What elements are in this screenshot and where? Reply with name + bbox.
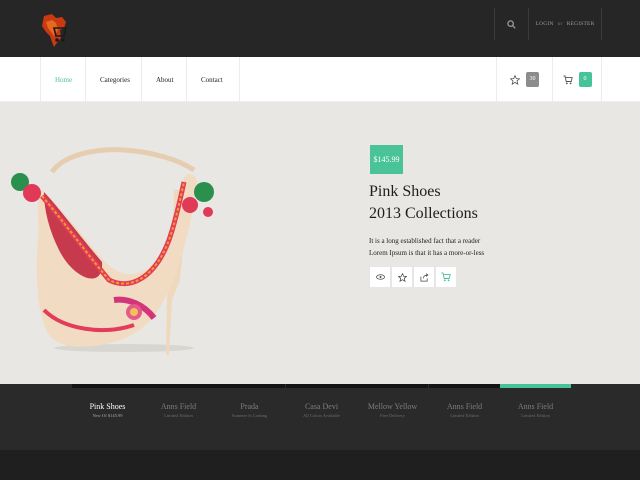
or-label: or — [557, 21, 563, 27]
cart-count-badge: 0 — [578, 72, 592, 87]
thumb-subtitle: Limited Edition — [164, 413, 193, 418]
thumb-name: Anns Field — [517, 402, 554, 411]
login-link[interactable]: LOGIN — [536, 21, 554, 27]
wishlist-button[interactable]: 30 — [496, 57, 552, 102]
slider-thumbnails: Pink Shoes New Of $145.99 Anns Field Lim… — [0, 384, 640, 450]
thumb-item[interactable]: Anns Field Limited Edition — [429, 384, 500, 450]
add-to-wishlist-button[interactable] — [391, 266, 413, 288]
thumb-strip — [72, 384, 143, 388]
eye-icon — [375, 274, 385, 280]
thumb-strip — [357, 384, 428, 388]
top-bar: LOGIN or REGISTER — [0, 0, 640, 57]
nav-categories[interactable]: Categories — [85, 57, 141, 102]
cart-icon — [563, 75, 573, 84]
quick-view-button[interactable] — [369, 266, 391, 288]
product-description-line1: It is a long established fact that a rea… — [369, 237, 481, 245]
thumb-subtitle: Summer Is Coming — [231, 413, 268, 418]
thumb-name: Prada — [240, 402, 259, 411]
cart-button[interactable]: 0 — [552, 57, 602, 102]
thumb-name: Mellow Yellow — [367, 402, 418, 411]
main-nav: Home Categories About Contact 30 0 — [0, 57, 640, 102]
thumb-item[interactable]: Mellow Yellow Free Delivery — [357, 384, 428, 450]
thumb-subtitle: Limited Edition — [521, 413, 550, 418]
nav-home[interactable]: Home — [40, 57, 85, 102]
thumb-strip — [429, 384, 500, 388]
product-actions — [369, 266, 457, 288]
search-icon — [507, 19, 516, 29]
thumb-subtitle: All Colors Available — [303, 413, 340, 418]
thumb-item[interactable]: Anns Field Limited Edition — [143, 384, 214, 450]
thumb-subtitle: Limited Edition — [450, 413, 479, 418]
thumb-name: Pink Shoes — [89, 402, 126, 411]
search-button[interactable] — [494, 8, 528, 40]
thumb-strip — [500, 384, 571, 388]
auth-links: LOGIN or REGISTER — [528, 8, 602, 40]
star-icon — [510, 74, 520, 85]
thumb-strip — [214, 384, 285, 388]
share-icon — [420, 272, 428, 281]
product-title-line1: Pink Shoes — [369, 183, 441, 200]
product-image-pink-shoe — [4, 130, 224, 356]
product-description-line2: Lorem Ipsum is that it has a more-or-les… — [369, 249, 485, 257]
thumb-strip — [286, 384, 357, 388]
price-tag: $145.99 — [370, 145, 403, 174]
star-icon — [397, 272, 407, 282]
share-button[interactable] — [413, 266, 435, 288]
register-link[interactable]: REGISTER — [567, 21, 595, 27]
thumb-name: Casa Devi — [304, 402, 339, 411]
thumb-item[interactable]: Anns Field Limited Edition — [500, 384, 571, 450]
thumb-item[interactable]: Prada Summer Is Coming — [214, 384, 285, 450]
thumb-subtitle: Free Delivery — [380, 413, 405, 418]
product-title: Pink Shoes 2013 Collections — [369, 181, 478, 225]
thumb-name: Anns Field — [446, 402, 483, 411]
shopping-cart-map-logo — [42, 14, 68, 47]
page-footer — [0, 450, 640, 480]
nav-contact[interactable]: Contact — [186, 57, 240, 102]
cart-icon — [441, 272, 451, 282]
thumb-strip — [143, 384, 214, 388]
add-to-cart-button[interactable] — [435, 266, 457, 288]
wishlist-count-badge: 30 — [526, 72, 539, 87]
thumb-item[interactable]: Pink Shoes New Of $145.99 — [72, 384, 143, 450]
thumb-subtitle: New Of $145.99 — [92, 413, 123, 418]
product-description: It is a long established fact that a rea… — [369, 235, 509, 259]
hero-slider: $145.99 Pink Shoes 2013 Collections It i… — [0, 102, 640, 384]
nav-about[interactable]: About — [141, 57, 186, 102]
product-title-line2: 2013 Collections — [369, 205, 478, 222]
thumb-item[interactable]: Casa Devi All Colors Available — [286, 384, 357, 450]
thumb-name: Anns Field — [160, 402, 197, 411]
site-logo[interactable] — [40, 14, 70, 48]
